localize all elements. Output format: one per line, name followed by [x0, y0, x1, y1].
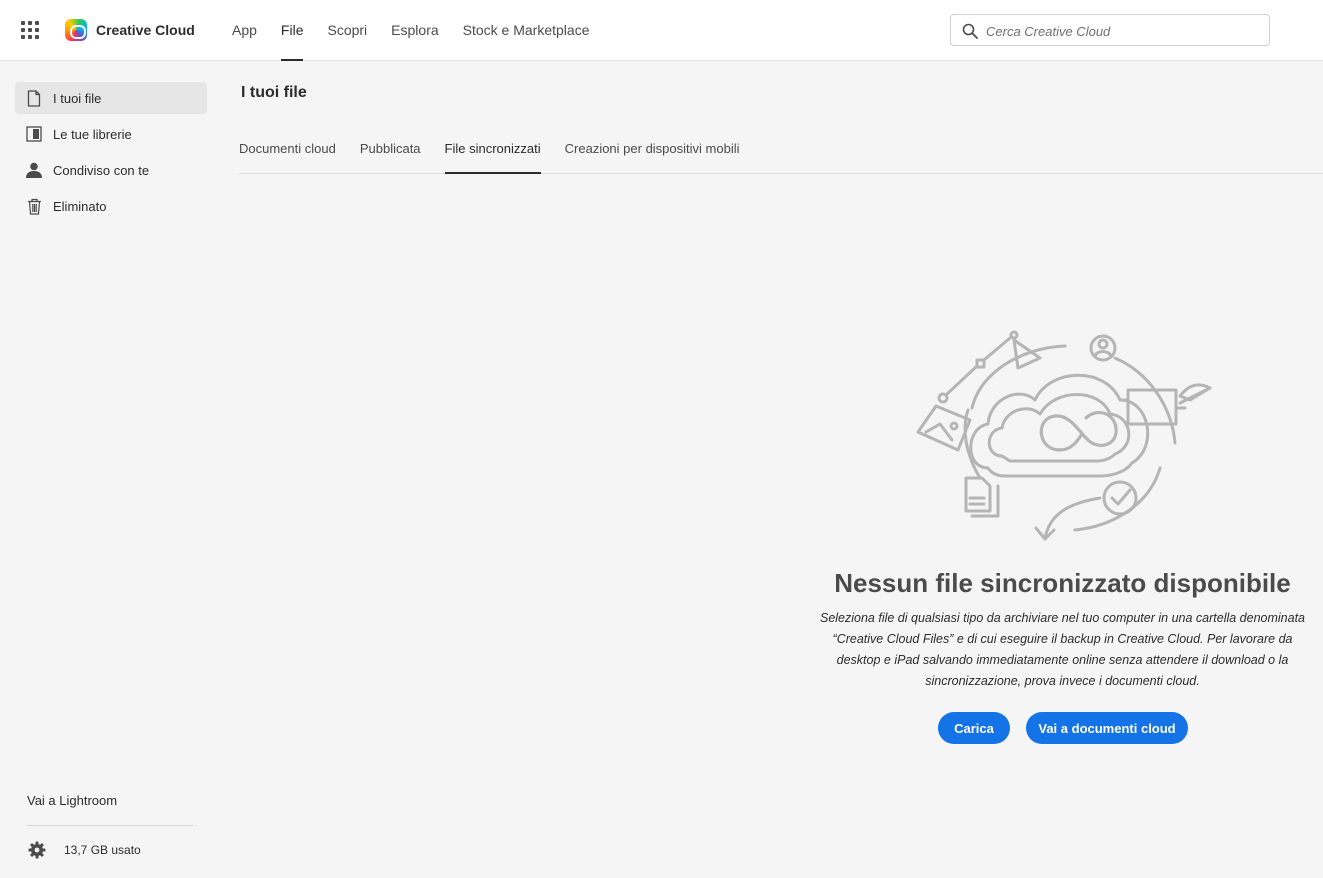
sidebar-item-shared-with-you[interactable]: Condiviso con te [15, 154, 207, 186]
main-nav: App File Scopri Esplora Stock e Marketpl… [232, 0, 613, 61]
gear-icon[interactable] [28, 841, 46, 859]
file-tabs: Documenti cloud Pubblicata File sincroni… [239, 128, 1323, 174]
library-icon [15, 126, 53, 142]
search-input[interactable] [986, 21, 1256, 41]
app-switcher-grid-icon[interactable] [21, 21, 39, 39]
nav-item-scopri[interactable]: Scopri [327, 0, 367, 61]
go-to-cloud-documents-button[interactable]: Vai a documenti cloud [1026, 712, 1188, 744]
upload-button[interactable]: Carica [938, 712, 1010, 744]
person-icon [15, 162, 53, 178]
sidebar-item-your-files[interactable]: I tuoi file [15, 82, 207, 114]
nav-item-app[interactable]: App [232, 0, 257, 61]
empty-state-description: Seleziona file di qualsiasi tipo da arch… [819, 611, 1305, 688]
go-to-lightroom-link[interactable]: Vai a Lightroom [27, 793, 117, 808]
sidebar-item-label: Condiviso con te [53, 162, 150, 178]
top-bar: Creative Cloud App File Scopri Esplora S… [0, 0, 1323, 61]
sidebar: I tuoi file Le tue librerie Condiviso co… [0, 62, 220, 878]
search-box[interactable] [950, 14, 1270, 46]
page-title: I tuoi file [241, 84, 307, 101]
sidebar-item-label: Eliminato [53, 198, 107, 214]
file-icon [15, 89, 53, 107]
sidebar-item-label: I tuoi file [53, 90, 102, 106]
tab-cloud-documents[interactable]: Documenti cloud [239, 128, 336, 173]
nav-item-esplora[interactable]: Esplora [391, 0, 438, 61]
trash-icon [15, 198, 53, 215]
sidebar-item-libraries[interactable]: Le tue librerie [15, 118, 207, 150]
sidebar-divider [27, 825, 193, 826]
creative-cloud-logo-icon[interactable] [65, 19, 87, 41]
tab-synced-files[interactable]: File sincronizzati [444, 128, 541, 174]
sidebar-item-label: Le tue librerie [53, 126, 132, 142]
storage-usage: 13,7 GB usato [64, 843, 141, 857]
nav-item-stock-marketplace[interactable]: Stock e Marketplace [463, 0, 590, 61]
tab-mobile-creations[interactable]: Creazioni per dispositivi mobili [565, 128, 740, 173]
empty-state-title: Nessun file sincronizzato disponibile [834, 568, 1291, 598]
sidebar-item-deleted[interactable]: Eliminato [15, 190, 207, 222]
creative-cloud-sync-illustration [916, 330, 1212, 541]
nav-item-file[interactable]: File [280, 0, 303, 61]
tab-published[interactable]: Pubblicata [360, 128, 421, 173]
app-name[interactable]: Creative Cloud [96, 22, 195, 38]
search-icon [962, 23, 978, 39]
